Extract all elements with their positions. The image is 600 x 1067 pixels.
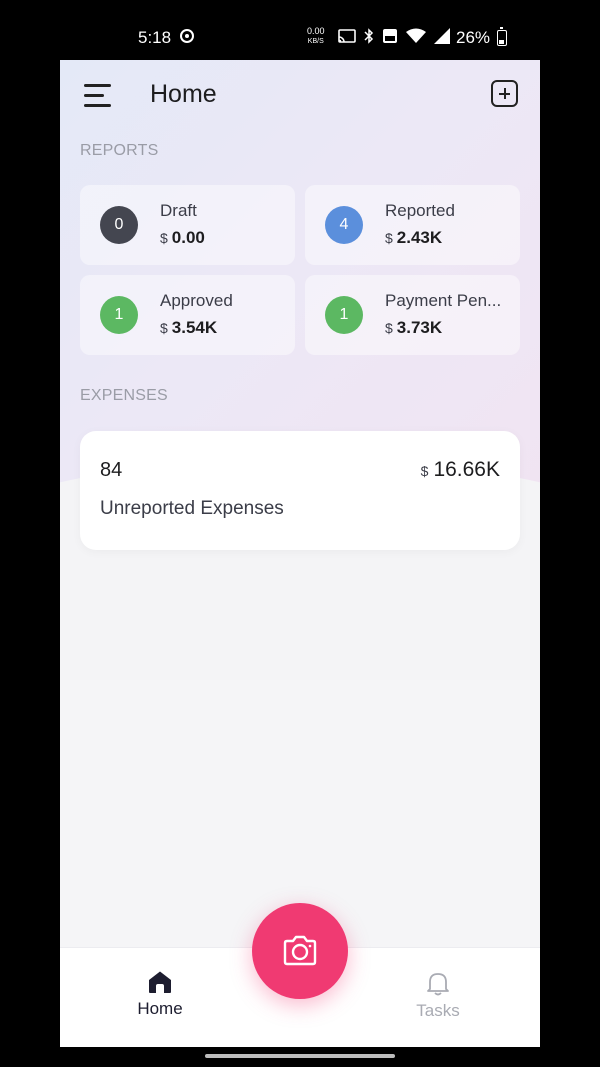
status-badge: 1 [325,296,363,334]
report-card-draft[interactable]: 0 Draft $0.00 [80,185,295,265]
currency-symbol: $ [385,320,393,336]
report-card-amount: $0.00 [160,228,205,248]
currency-symbol: $ [160,230,168,246]
expense-total: $16.66K [421,458,500,482]
reports-section-label: REPORTS [80,142,159,159]
cast-icon [338,29,356,43]
network-speed-unit: KB/S [307,38,324,45]
app-screen: Home REPORTS 0 Draft $0.00 4 Reported $2… [60,60,540,1047]
menu-icon-line-3 [84,104,111,107]
expenses-section-label: EXPENSES [80,387,168,404]
report-card-amount: $3.54K [160,318,217,338]
status-bar: 5:18 0.00 KB/S 26% [0,0,600,60]
report-card-label: Draft [160,201,197,220]
currency-symbol: $ [385,230,393,246]
add-button[interactable] [491,80,518,107]
expense-card-label: Unreported Expenses [100,498,284,519]
top-app-bar: Home [60,60,540,132]
report-card-amount: $3.73K [385,318,442,338]
menu-icon-line-2 [84,94,104,97]
status-badge: 0 [100,206,138,244]
volte-icon [383,29,397,43]
nav-item-label: Home [137,999,183,1018]
page-title: Home [150,80,217,108]
bell-icon [427,973,449,996]
nav-item-tasks[interactable]: Tasks [398,970,478,1021]
network-speed-value: 0.00 [307,26,325,36]
report-card-reported[interactable]: 4 Reported $2.43K [305,185,520,265]
camera-icon [283,935,317,966]
amount-value: 2.43K [396,228,443,247]
nav-item-label: Tasks [416,1001,460,1020]
report-card-approved[interactable]: 1 Approved $3.54K [80,275,295,355]
amount-value: 0.00 [171,228,205,247]
status-badge: 4 [325,206,363,244]
battery-icon [497,27,507,46]
home-icon [149,971,171,993]
report-card-label: Payment Pen... [385,291,502,310]
expense-total-value: 16.66K [433,458,500,481]
report-card-label: Approved [160,291,233,310]
currency-symbol: $ [420,463,429,479]
gesture-home-indicator[interactable] [205,1054,395,1058]
bluetooth-icon [364,28,374,44]
menu-icon-line-1 [84,84,111,87]
amount-value: 3.73K [396,318,443,337]
unreported-expenses-card[interactable]: 84 $16.66K Unreported Expenses [80,431,520,550]
report-card-label: Reported [385,201,455,220]
nav-item-home[interactable]: Home [120,970,200,1019]
status-time: 5:18 [138,28,172,47]
expense-count: 84 [100,459,123,481]
amount-value: 3.54K [171,318,218,337]
camera-capture-button[interactable] [252,903,348,999]
network-speed: 0.00 KB/S [307,27,325,46]
signal-icon [434,28,450,44]
status-badge: 1 [100,296,138,334]
screen-record-icon [180,29,194,43]
battery-percent: 26% [456,28,491,47]
currency-symbol: $ [160,320,168,336]
menu-button[interactable] [84,82,114,108]
wifi-icon [406,28,426,43]
report-card-amount: $2.43K [385,228,442,248]
report-card-payment-pending[interactable]: 1 Payment Pen... $3.73K [305,275,520,355]
